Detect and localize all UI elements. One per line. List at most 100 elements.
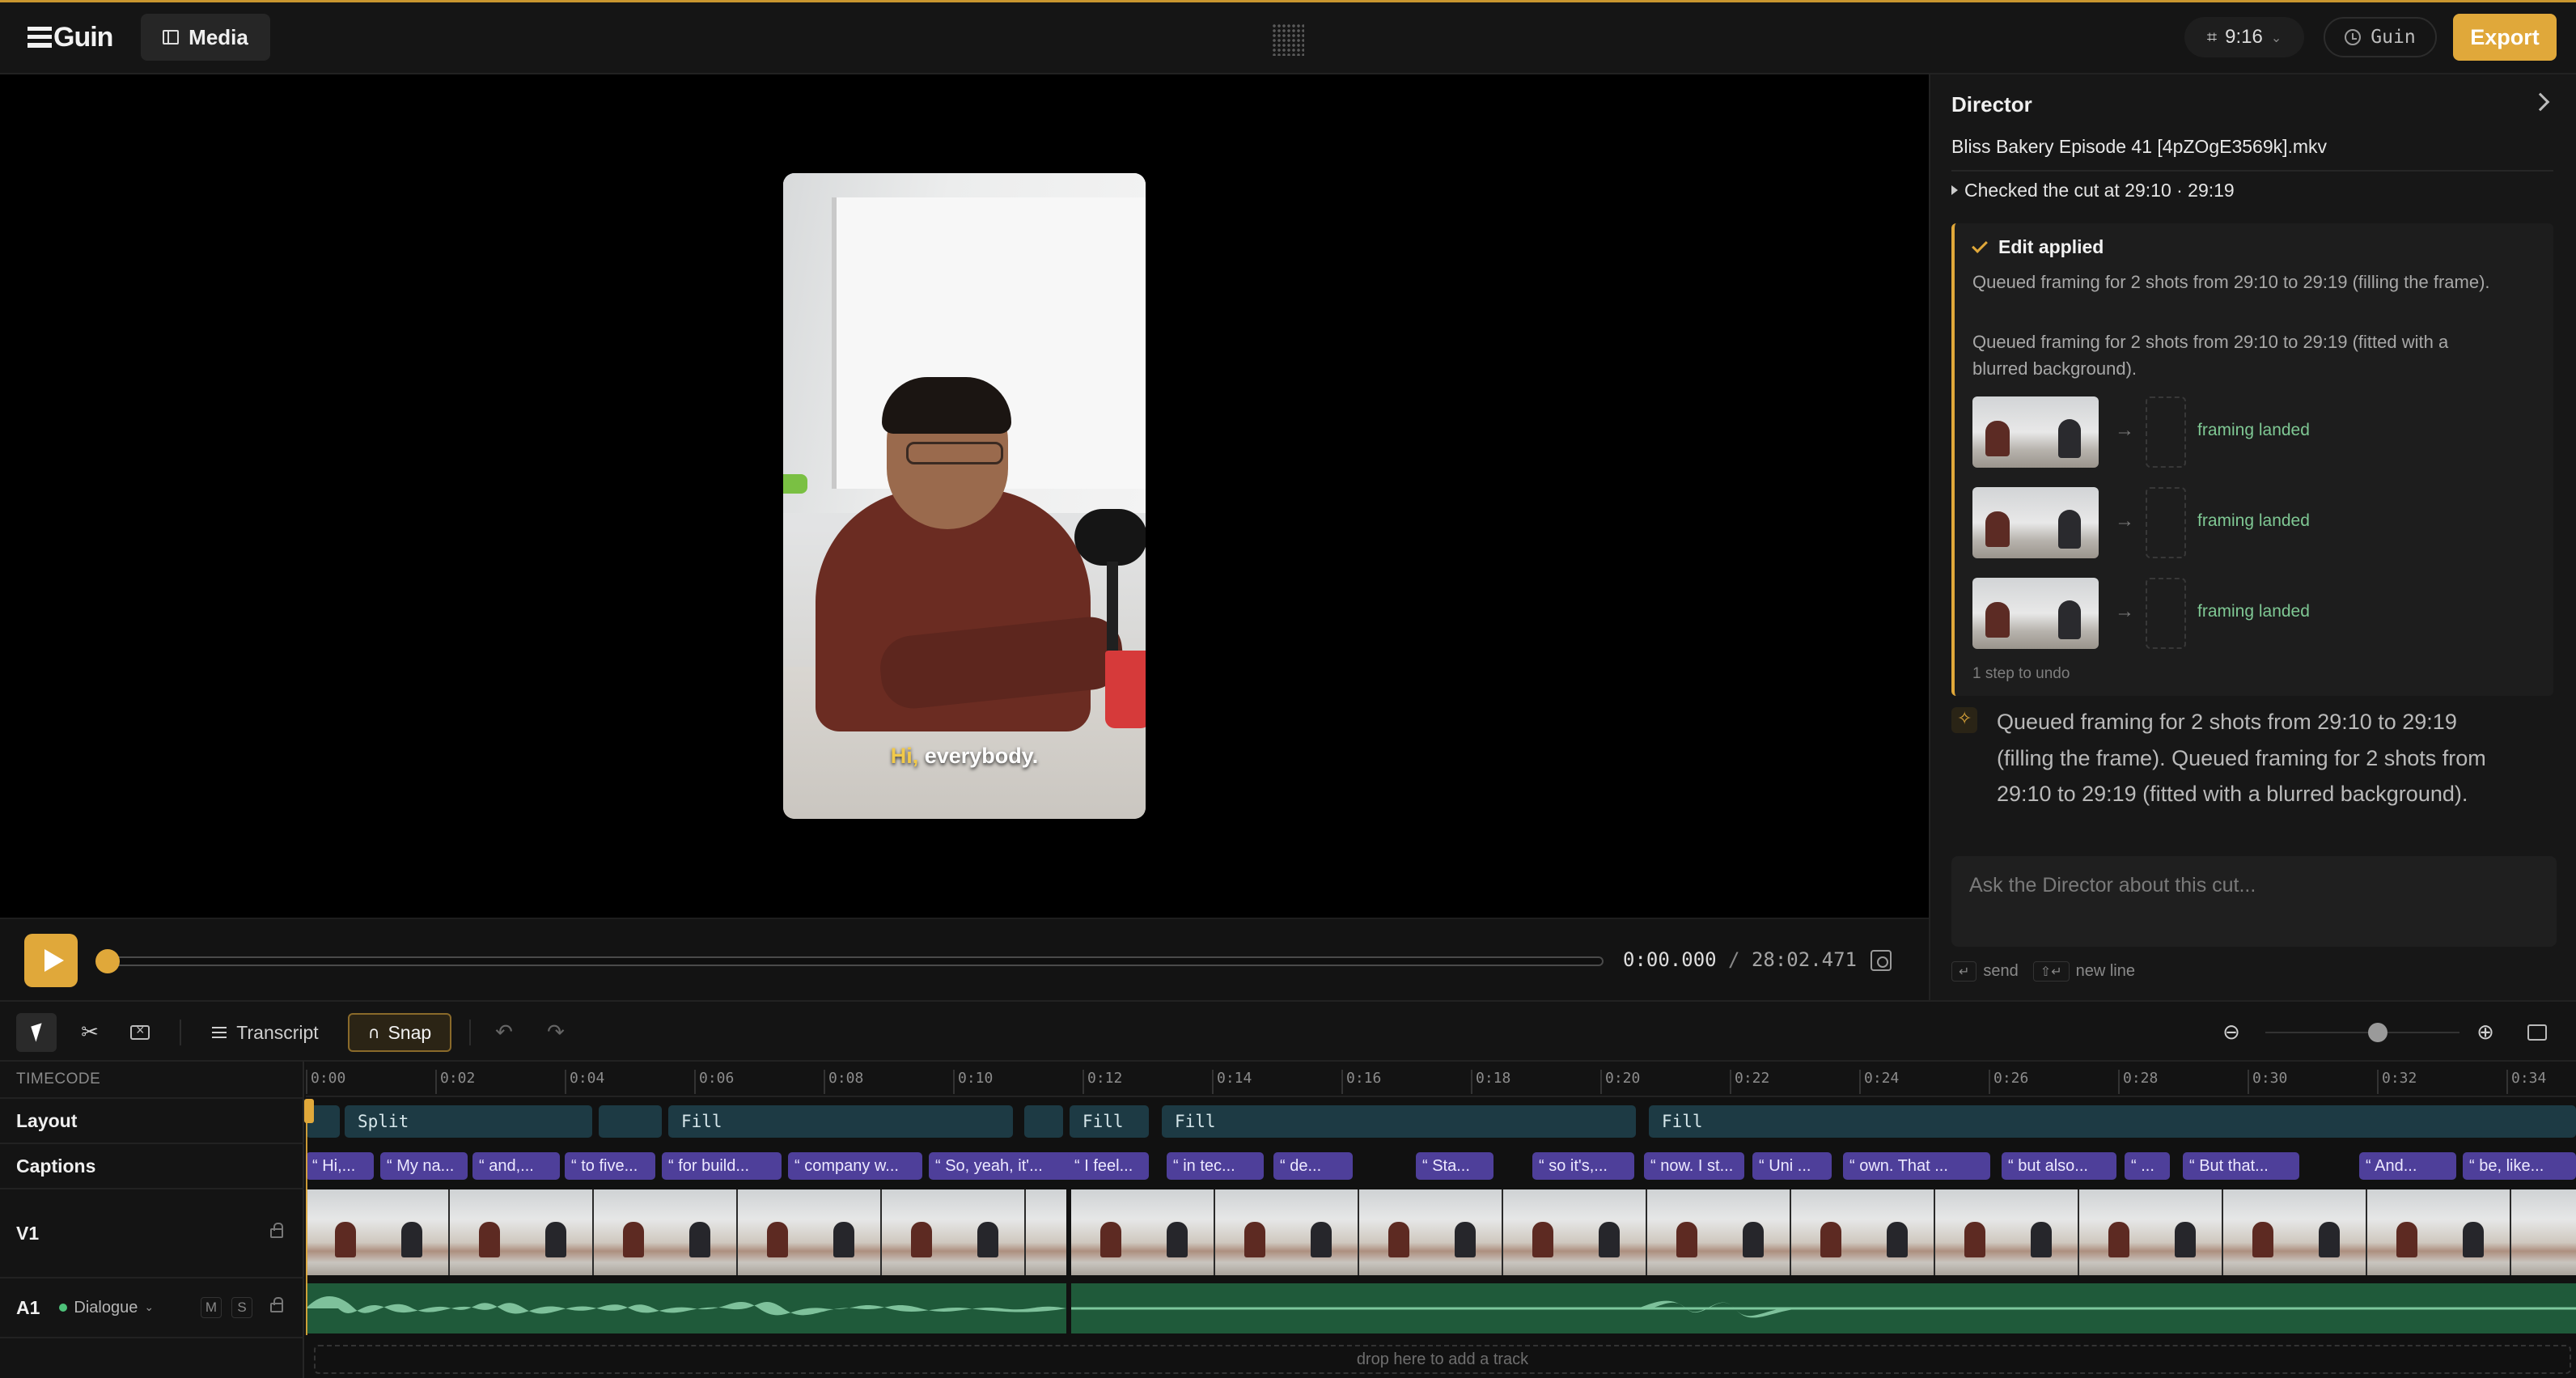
- drop-zone[interactable]: drop here to add a track: [314, 1345, 2571, 1374]
- scrubber-handle[interactable]: [95, 949, 120, 973]
- caption-clip[interactable]: “ Hi,...: [306, 1152, 374, 1180]
- caption-clip[interactable]: “ for build...: [662, 1152, 782, 1180]
- layout-clip[interactable]: Fill: [1070, 1105, 1149, 1138]
- frame-person-figure: [335, 1222, 356, 1257]
- speaker-hair: [882, 377, 1011, 434]
- caption-clip[interactable]: “ be, like...: [2463, 1152, 2576, 1180]
- shot-thumbnail[interactable]: [1972, 396, 2099, 468]
- ruler-tick: 0:20: [1600, 1070, 1640, 1094]
- status-dot: [59, 1304, 68, 1312]
- caption-clip[interactable]: “ to five...: [565, 1152, 655, 1180]
- caption-clip[interactable]: “ ...: [2125, 1152, 2170, 1180]
- frame-person-figure: [1676, 1222, 1697, 1257]
- ask-director-box[interactable]: [1951, 856, 2557, 947]
- shot-thumbnail[interactable]: [1972, 578, 2099, 649]
- drag-grid-icon[interactable]: [1272, 23, 1304, 56]
- play-button[interactable]: [24, 934, 78, 987]
- caption-clip[interactable]: “ I feel...: [1068, 1152, 1149, 1180]
- media-button[interactable]: Media: [141, 14, 270, 61]
- audio-role-dropdown[interactable]: Dialogue ⌄: [59, 1299, 154, 1317]
- checked-cut-toggle[interactable]: Checked the cut at 29:10 · 29:19: [1951, 180, 2235, 201]
- aspect-ratio-value: 9:16: [2225, 26, 2263, 48]
- track-header-a1: A1 Dialogue ⌄ M S: [0, 1278, 304, 1338]
- clock-icon: [2345, 29, 2362, 45]
- caption-clip[interactable]: “ Sta...: [1416, 1152, 1493, 1180]
- playhead[interactable]: [306, 1100, 307, 1335]
- shot-thumbnail[interactable]: [1972, 487, 2099, 558]
- ruler-tick: 0:32: [2377, 1070, 2417, 1094]
- ask-director-input[interactable]: [1969, 871, 2536, 900]
- app-logo[interactable]: Guin: [28, 22, 113, 53]
- layout-clip[interactable]: Fill: [1649, 1105, 2576, 1138]
- frame-person-figure: [545, 1222, 566, 1257]
- select-tool-button[interactable]: [16, 1013, 57, 1052]
- snap-toggle[interactable]: ∩ Snap: [348, 1013, 451, 1052]
- export-button[interactable]: Export: [2453, 14, 2557, 61]
- frame-person-figure: [2031, 1222, 2052, 1257]
- current-time: 0:00.000: [1623, 948, 1717, 971]
- lock-icon[interactable]: [270, 1297, 283, 1312]
- undo-note[interactable]: 1 step to undo: [1972, 665, 2070, 683]
- undo-button[interactable]: ↶: [485, 1013, 523, 1052]
- frame-person-figure: [1311, 1222, 1332, 1257]
- video-clip[interactable]: [306, 1189, 1066, 1275]
- caption-clip[interactable]: “ company w...: [788, 1152, 922, 1180]
- caption-clip[interactable]: “ But that...: [2183, 1152, 2299, 1180]
- mute-button[interactable]: M: [201, 1297, 222, 1318]
- zoom-slider-handle[interactable]: [2368, 1023, 2388, 1042]
- caption-clip[interactable]: “ de...: [1273, 1152, 1353, 1180]
- caption-clip[interactable]: “ Uni ...: [1752, 1152, 1832, 1180]
- caption-clip[interactable]: “ own. That ...: [1843, 1152, 1990, 1180]
- ruler-tick: 0:10: [953, 1070, 993, 1094]
- audio-clip[interactable]: [306, 1283, 1066, 1333]
- audio-clip[interactable]: [1071, 1283, 2576, 1333]
- delete-tool-button[interactable]: [121, 1013, 159, 1052]
- video-clip[interactable]: [1071, 1189, 2576, 1275]
- framing-status: framing landed: [2197, 602, 2310, 621]
- frame-person-figure: [623, 1222, 644, 1257]
- timeline-ruler[interactable]: 0:00 0:02 0:04 0:06 0:08 0:10 0:12 0:14 0:16 0:18…: [306, 1062, 2576, 1097]
- transcript-lines-icon: [212, 1027, 227, 1038]
- newline-hint-label: new line: [2075, 962, 2135, 980]
- caption-clip[interactable]: “ so it's,...: [1532, 1152, 1634, 1180]
- solo-button[interactable]: S: [231, 1297, 252, 1318]
- shift-enter-key-icon: ⇧↵: [2032, 961, 2070, 982]
- layout-clip[interactable]: Fill: [668, 1105, 1013, 1138]
- track-header-v1: V1: [0, 1189, 304, 1278]
- caption-clip[interactable]: “ but also...: [2002, 1152, 2116, 1180]
- collapse-chevron-icon[interactable]: [2531, 92, 2550, 112]
- layout-clip[interactable]: [1024, 1105, 1063, 1138]
- layout-clip[interactable]: Split: [345, 1105, 592, 1138]
- redo-button[interactable]: ↷: [537, 1013, 574, 1052]
- fit-view-icon[interactable]: [1871, 950, 1892, 971]
- transcript-button[interactable]: Transcript: [199, 1013, 332, 1052]
- zoom-out-button[interactable]: ⊖: [2214, 1013, 2249, 1052]
- layout-clip[interactable]: Fill: [1162, 1105, 1636, 1138]
- zoom-in-button[interactable]: ⊕: [2468, 1013, 2503, 1052]
- caption-clip[interactable]: “ And...: [2359, 1152, 2456, 1180]
- caption-clip[interactable]: “ now. I st...: [1644, 1152, 1744, 1180]
- ruler-tick: 0:18: [1471, 1070, 1510, 1094]
- video-track: [306, 1189, 2576, 1275]
- scrubber-track[interactable]: [99, 956, 1604, 966]
- caption-clip[interactable]: “ in tec...: [1167, 1152, 1264, 1180]
- arrow-right-icon: →: [2115, 510, 2134, 532]
- framing-status: framing landed: [2197, 421, 2310, 439]
- transcript-label: Transcript: [236, 1021, 319, 1043]
- aspect-ratio-dropdown[interactable]: ⌗ 9:16 ⌄: [2184, 17, 2304, 57]
- fit-timeline-button[interactable]: [2519, 1013, 2555, 1052]
- framing-row: → framing landed: [1972, 396, 2458, 469]
- media-button-label: Media: [189, 24, 248, 49]
- playhead-handle[interactable]: [304, 1099, 314, 1123]
- edit-applied-label: Edit applied: [1998, 236, 2104, 257]
- frame-person-figure: [1455, 1222, 1476, 1257]
- director-sparkle-icon: [1951, 707, 1977, 733]
- layout-clip[interactable]: [599, 1105, 662, 1138]
- guin-history-button[interactable]: Guin: [2324, 17, 2437, 57]
- video-frame[interactable]: Hi, everybody.: [783, 173, 1146, 819]
- caption-clip[interactable]: “ and,...: [472, 1152, 560, 1180]
- caption-clip[interactable]: “ My na...: [380, 1152, 468, 1180]
- cut-tool-button[interactable]: ✂: [71, 1013, 108, 1052]
- zoom-slider-track[interactable]: [2265, 1032, 2459, 1033]
- lock-icon[interactable]: [270, 1223, 283, 1238]
